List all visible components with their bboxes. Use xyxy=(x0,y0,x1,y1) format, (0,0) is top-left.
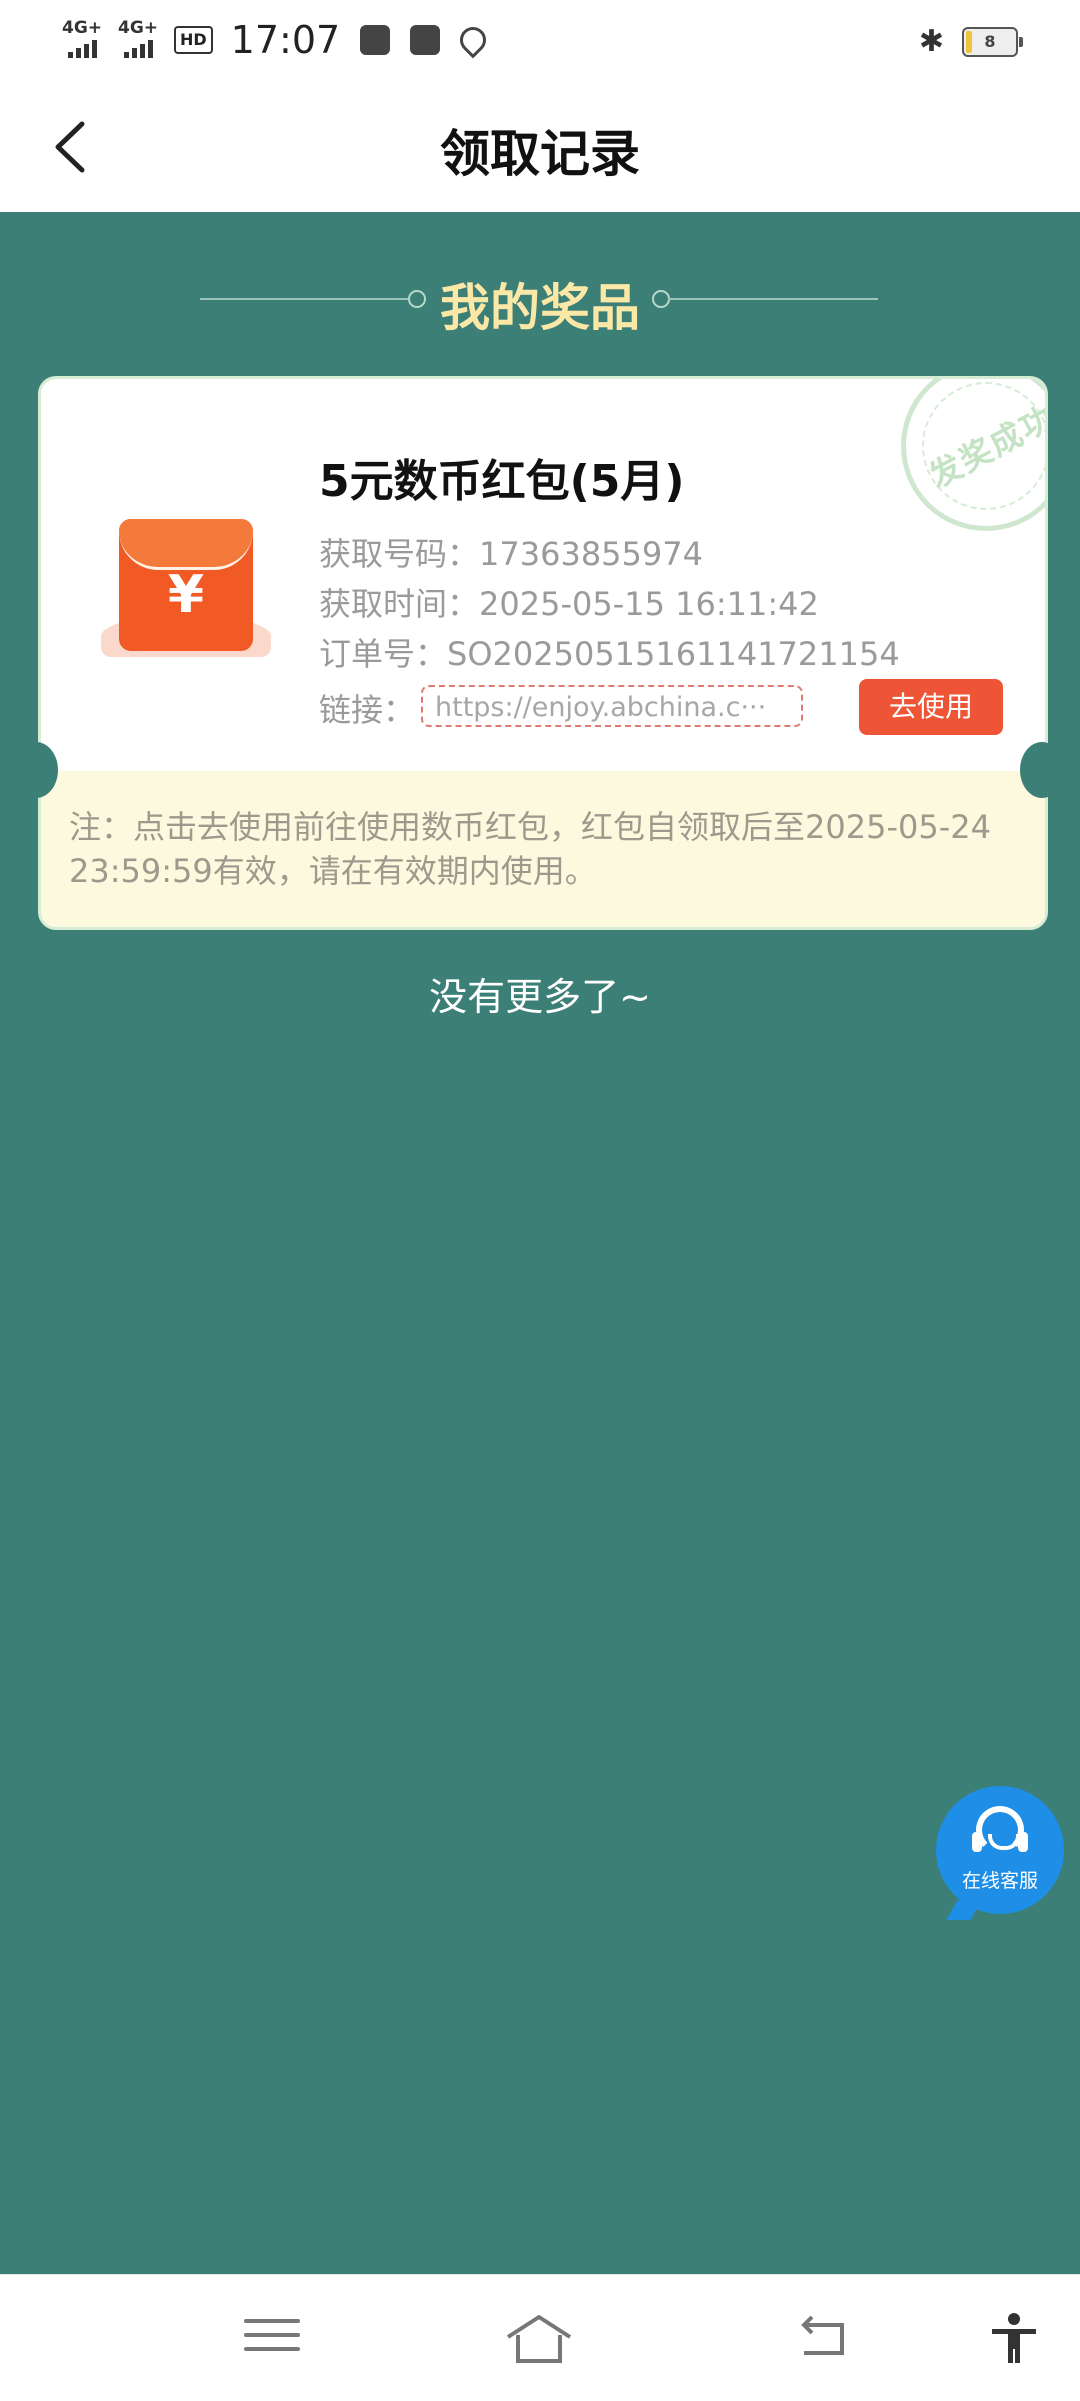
link-field[interactable]: https://enjoy.abchina.c··· xyxy=(421,685,803,727)
time-label: 获取时间： xyxy=(319,585,480,623)
back-nav-icon[interactable] xyxy=(794,2311,850,2367)
battery-level: 8 xyxy=(984,31,996,51)
order-value: SO20250515161141721154 xyxy=(447,635,900,673)
signal-icon: 4G+ xyxy=(118,18,162,62)
code-value: 17363855974 xyxy=(479,535,703,573)
app-notification-icon xyxy=(360,25,391,55)
network-label-2: 4G+ xyxy=(118,18,159,38)
time-row: 获取时间：2025-05-15 16:11:42 xyxy=(319,579,819,625)
red-envelope-icon: ¥ xyxy=(101,515,271,665)
hd-badge: HD xyxy=(174,26,213,54)
bluetooth-icon: ✱ xyxy=(918,24,944,59)
online-service-button[interactable]: 在线客服 xyxy=(936,1786,1064,1920)
card-notch-right xyxy=(1020,742,1064,798)
prize-name: 5元数币红包(5月) xyxy=(319,456,685,507)
prize-card: 发奖成功 ¥ 5元数币红包(5月) 获取号码：17363855974 获取时间：… xyxy=(38,376,1048,930)
page-header: 领取记录 xyxy=(0,84,1080,212)
signal-icon: 4G+ xyxy=(62,18,106,62)
battery-icon: 8 xyxy=(962,26,1023,57)
status-time: 17:07 xyxy=(230,18,341,62)
card-notch-left xyxy=(14,742,58,798)
section-heading: 我的奖品 xyxy=(0,262,1080,342)
time-value: 2025-05-15 16:11:42 xyxy=(479,585,819,623)
accessibility-icon[interactable] xyxy=(986,2311,1042,2367)
code-row: 获取号码：17363855974 xyxy=(319,529,703,575)
app-notification-icon xyxy=(410,25,441,55)
page-title: 领取记录 xyxy=(440,125,640,183)
network-label-1: 4G+ xyxy=(62,18,103,38)
use-button[interactable]: 去使用 xyxy=(859,679,1003,735)
status-left: 4G+ 4G+ HD 17:07 xyxy=(62,18,492,62)
service-label: 在线客服 xyxy=(961,1870,1038,1892)
usage-note: 注：点击去使用前往使用数币红包，红包自领取后至2025-05-24 23:59:… xyxy=(69,808,991,890)
link-label: 链接： xyxy=(319,691,416,729)
order-row: 订单号：SO20250515161141721154 xyxy=(319,629,900,675)
home-icon[interactable] xyxy=(504,2311,572,2367)
order-label: 订单号： xyxy=(319,635,448,673)
list-end-text: 没有更多了~ xyxy=(429,975,651,1019)
divider xyxy=(668,298,878,300)
system-nav-bar xyxy=(0,2274,1080,2401)
status-right: ✱ 8 xyxy=(918,24,1023,59)
section-title: 我的奖品 xyxy=(440,279,640,337)
code-label: 获取号码： xyxy=(319,535,480,573)
link-row: 链接： xyxy=(319,685,415,731)
menu-icon[interactable] xyxy=(244,2311,300,2367)
success-stamp: 发奖成功 xyxy=(901,379,1045,531)
status-bar: 4G+ 4G+ HD 17:07 ✱ 8 xyxy=(0,0,1080,84)
leaf-notification-icon xyxy=(454,21,492,59)
